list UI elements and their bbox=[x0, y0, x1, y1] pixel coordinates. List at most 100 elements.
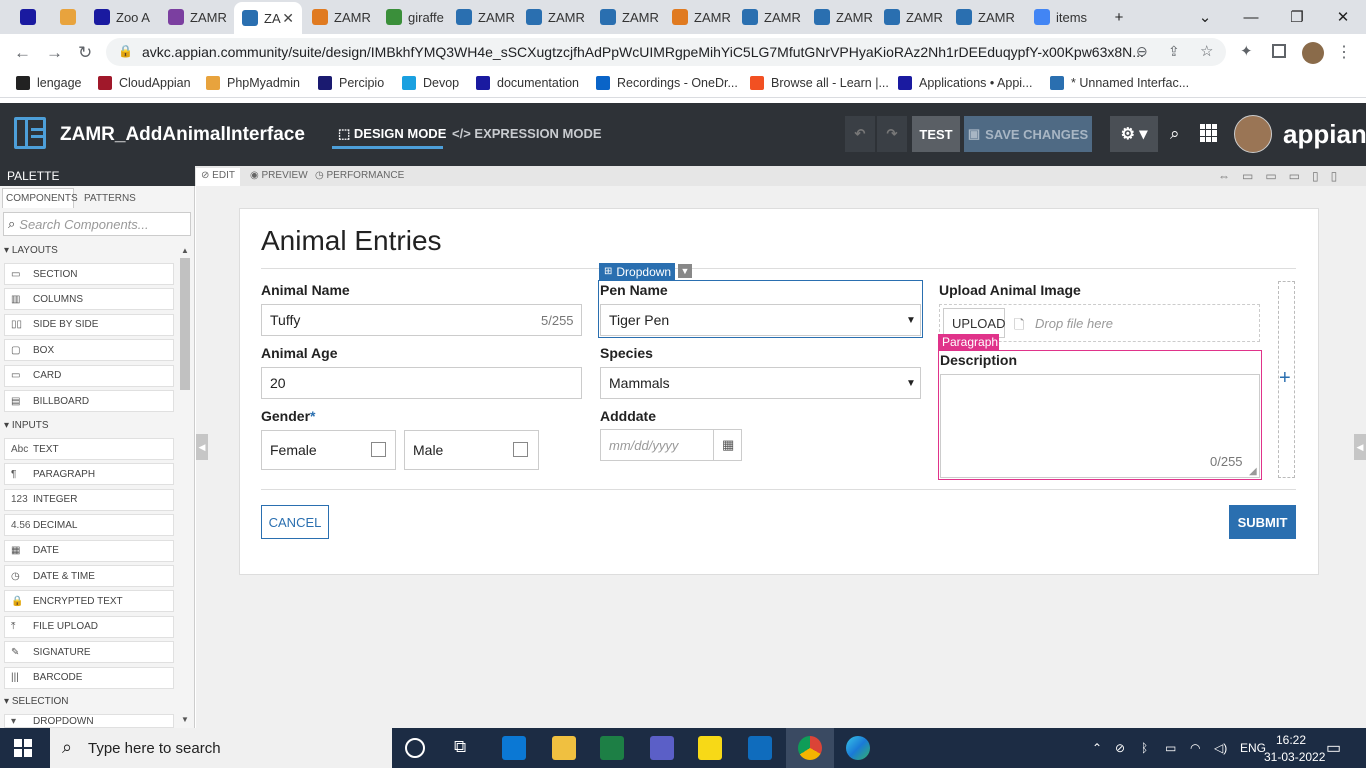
adddate-input[interactable]: mm/dd/yyyy bbox=[600, 429, 714, 461]
redo-button[interactable]: ↷ bbox=[877, 116, 907, 152]
species-dropdown[interactable]: Mammals bbox=[600, 367, 921, 399]
palette-item-dropdown[interactable]: ▾ DROPDOWN bbox=[4, 714, 174, 728]
components-tab[interactable]: COMPONENTS bbox=[6, 193, 78, 204]
bookmark-item[interactable]: PhpMyadmin bbox=[206, 76, 300, 90]
bookmark-item[interactable]: lengage bbox=[16, 76, 82, 90]
volume-icon[interactable]: ◁) bbox=[1214, 741, 1227, 755]
bookmark-item[interactable]: * Unnamed Interfac... bbox=[1050, 76, 1189, 90]
female-checkbox[interactable] bbox=[371, 442, 386, 457]
browser-tab[interactable]: ZAMR bbox=[664, 4, 732, 30]
browser-tab[interactable]: ZAMR bbox=[518, 4, 590, 30]
explorer-icon[interactable] bbox=[552, 736, 576, 760]
palette-item-file-upload[interactable]: ⤒ FILE UPLOAD bbox=[4, 615, 174, 638]
windows-start-icon[interactable] bbox=[14, 739, 32, 757]
close-window-icon[interactable]: ✕ bbox=[1320, 0, 1366, 34]
bookmark-item[interactable]: CloudAppian bbox=[98, 76, 191, 90]
wifi-icon[interactable]: ◠ bbox=[1190, 741, 1200, 755]
browser-tab[interactable]: ZAMR bbox=[160, 4, 232, 30]
browser-tab[interactable]: ZAMR bbox=[948, 4, 1020, 30]
bookmark-item[interactable]: Devop bbox=[402, 76, 459, 90]
browser-tab[interactable] bbox=[52, 4, 84, 30]
menu-icon[interactable]: ⋮ bbox=[1336, 42, 1352, 62]
browser-tab[interactable] bbox=[12, 4, 48, 30]
back-icon[interactable]: ← bbox=[14, 43, 31, 63]
test-button[interactable]: TEST bbox=[912, 116, 960, 152]
expression-mode-tab[interactable]: </> EXPRESSION MODE bbox=[452, 126, 602, 141]
excel-icon[interactable] bbox=[600, 736, 624, 760]
palette-item-billboard[interactable]: ▤ BILLBOARD bbox=[4, 390, 174, 412]
preview-tab[interactable]: ◉ PREVIEW bbox=[250, 170, 308, 181]
cortana-icon[interactable] bbox=[405, 738, 425, 758]
bookmark-item[interactable]: Recordings - OneDr... bbox=[596, 76, 738, 90]
palette-item-section[interactable]: ▭ SECTION bbox=[4, 263, 174, 285]
scroll-down-icon[interactable]: ▼ bbox=[181, 715, 189, 724]
save-changes-button[interactable]: ▣ SAVE CHANGES bbox=[964, 116, 1092, 152]
sidepanel-icon[interactable] bbox=[1272, 44, 1286, 58]
chrome-icon[interactable] bbox=[798, 736, 822, 760]
inputs-section[interactable]: ▾ INPUTS bbox=[4, 420, 48, 431]
notifications-icon[interactable]: ▭ bbox=[1326, 738, 1341, 758]
minimize-icon[interactable]: — bbox=[1228, 0, 1274, 34]
submit-button[interactable]: SUBMIT bbox=[1229, 505, 1296, 539]
palette-item-columns[interactable]: ▥ COLUMNS bbox=[4, 288, 174, 311]
user-avatar[interactable] bbox=[1234, 115, 1272, 153]
palette-item-decimal[interactable]: 4.56 DECIMAL bbox=[4, 514, 174, 537]
bookmark-item[interactable]: Applications • Appi... bbox=[898, 76, 1032, 90]
add-icon[interactable]: + bbox=[1279, 367, 1291, 390]
browser-tab[interactable]: ZAMR bbox=[448, 4, 516, 30]
paragraph-component-tag[interactable]: Paragraph bbox=[938, 334, 999, 350]
task-view-icon[interactable]: ⧉ bbox=[454, 737, 466, 757]
palette-item-date-time[interactable]: ◷ DATE & TIME bbox=[4, 565, 174, 587]
animal-age-input[interactable]: 20 bbox=[261, 367, 582, 399]
palette-item-date[interactable]: ▦ DATE bbox=[4, 539, 174, 562]
collapse-left-button[interactable]: ◀ bbox=[196, 434, 208, 460]
clock-time[interactable]: 16:22 bbox=[1276, 733, 1306, 747]
palette-scrollbar[interactable] bbox=[180, 258, 190, 390]
new-tab-icon[interactable]: + bbox=[1096, 0, 1142, 34]
palette-item-side-by-side[interactable]: ▯▯ SIDE BY SIDE bbox=[4, 313, 174, 336]
tray-chevron-icon[interactable]: ⌃ bbox=[1092, 741, 1102, 755]
layouts-section[interactable]: ▾ LAYOUTS bbox=[4, 245, 58, 256]
male-checkbox[interactable] bbox=[513, 442, 528, 457]
palette-item-paragraph[interactable]: ¶ PARAGRAPH bbox=[4, 463, 174, 486]
component-menu-button[interactable]: ▼ bbox=[678, 264, 692, 278]
palette-item-signature[interactable]: ✎ SIGNATURE bbox=[4, 641, 174, 664]
zoom-icon[interactable]: ⊖ bbox=[1136, 43, 1148, 60]
collapse-right-button[interactable]: ◀ bbox=[1354, 434, 1366, 460]
scroll-up-icon[interactable]: ▲ bbox=[181, 246, 189, 255]
selection-section[interactable]: ▾ SELECTION bbox=[4, 696, 69, 707]
reload-icon[interactable]: ↻ bbox=[78, 43, 92, 63]
star-icon[interactable]: ☆ bbox=[1200, 42, 1213, 60]
palette-item-encrypted-text[interactable]: 🔒 ENCRYPTED TEXT bbox=[4, 590, 174, 613]
cancel-button[interactable]: CANCEL bbox=[261, 505, 329, 539]
taskbar-search-input[interactable]: Type here to search bbox=[50, 728, 392, 768]
profile-avatar[interactable] bbox=[1302, 42, 1324, 64]
outlook-icon[interactable] bbox=[748, 736, 772, 760]
browser-tab[interactable]: ZAMR bbox=[734, 4, 804, 30]
sticky-notes-icon[interactable] bbox=[698, 736, 722, 760]
search-components-input[interactable]: ⌕ Search Components... bbox=[3, 212, 191, 236]
browser-tab[interactable]: ZAMR bbox=[592, 4, 662, 30]
undo-button[interactable]: ↶ bbox=[845, 116, 875, 152]
tab-search-icon[interactable]: ⌄ bbox=[1182, 0, 1228, 34]
pen-name-dropdown[interactable]: Tiger Pen bbox=[600, 304, 921, 336]
store-icon[interactable] bbox=[502, 736, 526, 760]
bluetooth-icon[interactable]: ᛒ bbox=[1141, 741, 1148, 755]
palette-item-text[interactable]: Abc TEXT bbox=[4, 438, 174, 460]
app-grid-icon[interactable] bbox=[1200, 124, 1218, 142]
device-size-icons[interactable]: ⇔▭▭▭▯▯ bbox=[1218, 169, 1349, 183]
edge-icon[interactable] bbox=[846, 736, 870, 760]
palette-item-box[interactable]: ▢ BOX bbox=[4, 339, 174, 362]
bookmark-item[interactable]: documentation bbox=[476, 76, 579, 90]
palette-item-card[interactable]: ▭ CARD bbox=[4, 364, 174, 387]
language-indicator[interactable]: ENG bbox=[1240, 741, 1266, 755]
share-icon[interactable]: ⇪ bbox=[1168, 43, 1180, 60]
url-text[interactable]: avkc.appian.community/suite/design/IMBkh… bbox=[142, 44, 1144, 60]
edit-tab[interactable]: ⊘ EDIT bbox=[201, 170, 235, 181]
settings-button[interactable]: ⚙ ▾ bbox=[1110, 116, 1158, 152]
network-off-icon[interactable]: ⊘ bbox=[1115, 741, 1125, 755]
clock-date[interactable]: 31-03-2022 bbox=[1264, 750, 1325, 764]
teams-icon[interactable] bbox=[650, 736, 674, 760]
calendar-button[interactable]: ▦ bbox=[713, 429, 742, 461]
battery-icon[interactable]: ▭ bbox=[1165, 741, 1176, 755]
